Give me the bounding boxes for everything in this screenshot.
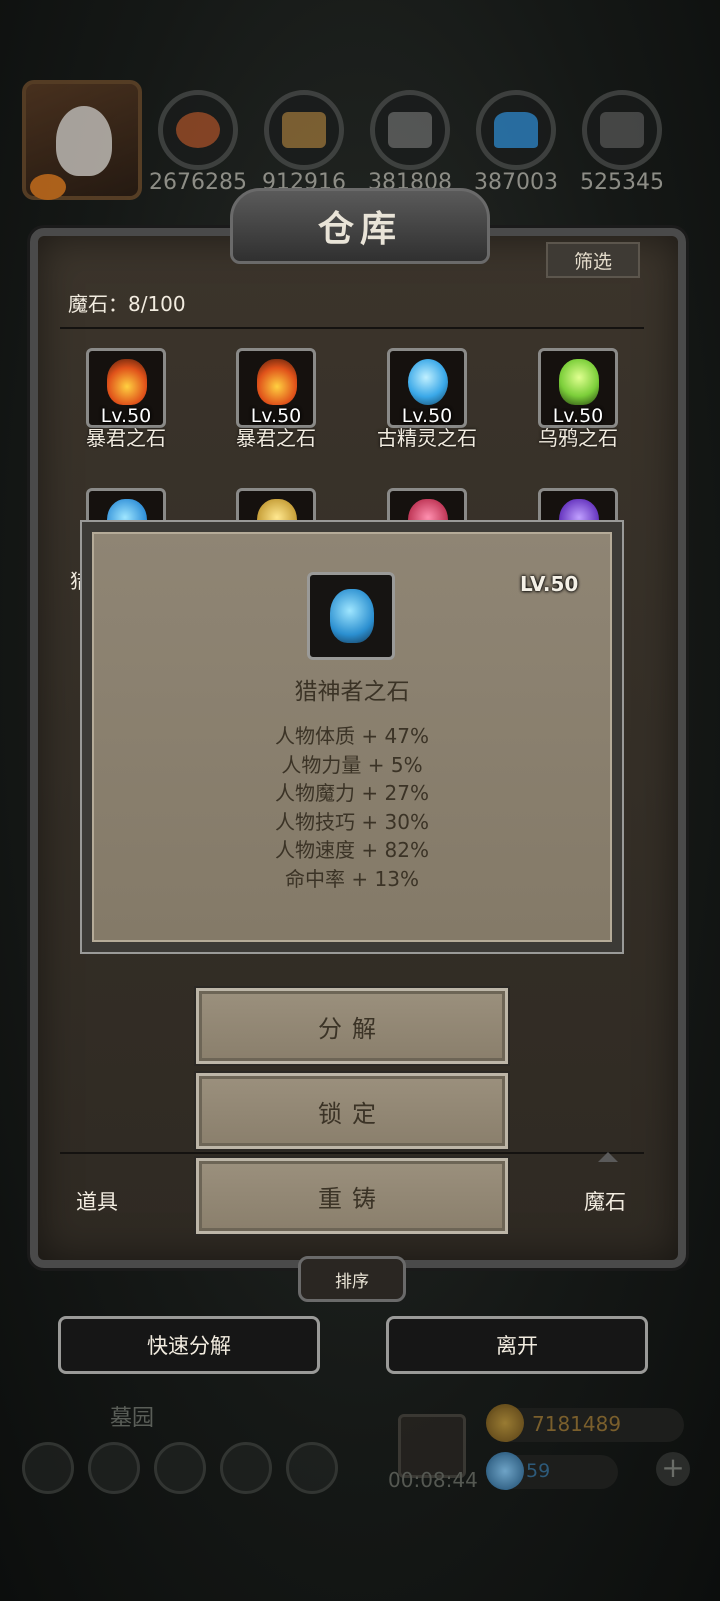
stat-line: 人物魔力 + 27%: [275, 781, 429, 805]
tab-divider: [60, 1152, 644, 1154]
shield-icon[interactable]: [286, 1442, 338, 1494]
stone-resource-icon[interactable]: [370, 90, 450, 170]
iron-resource-icon[interactable]: [582, 90, 662, 170]
item-name: 古精灵之石: [377, 426, 477, 450]
gift-timer: 00:08:44: [388, 1468, 478, 1492]
window-title: 仓库: [230, 188, 490, 264]
location-label: 墓园: [110, 1406, 155, 1431]
gear-icon[interactable]: [22, 1442, 74, 1494]
player-avatar[interactable]: [22, 80, 142, 200]
item-slot[interactable]: Lv.50: [387, 348, 467, 428]
item-name: 暴君之石: [86, 426, 166, 450]
item-detail-stats: 人物体质 + 47% 人物力量 + 5% 人物魔力 + 27% 人物技巧 + 3…: [202, 722, 502, 893]
filter-button[interactable]: 筛选: [546, 242, 640, 278]
leave-button[interactable]: 离开: [386, 1316, 648, 1374]
stat-line: 命中率 + 13%: [285, 866, 419, 891]
sort-button[interactable]: 排序: [298, 1256, 406, 1302]
gold-coin-icon: [486, 1404, 524, 1442]
stat-line: 人物技巧 + 30%: [275, 809, 429, 834]
gem-value: 59: [526, 1460, 551, 1482]
iron-value: 525345: [580, 170, 664, 195]
stat-line: 人物力量 + 5%: [281, 752, 423, 777]
tyrant-stone-icon: [257, 359, 297, 405]
item-detail-level: LV.50: [520, 572, 579, 596]
item-detail-icon: [307, 572, 395, 660]
stone-count-label: 魔石：8/100: [68, 292, 186, 316]
meat-value: 2676285: [149, 170, 247, 195]
pumpkin-icon: [30, 174, 66, 200]
item-slot[interactable]: Lv.50: [538, 348, 618, 428]
avatar-face: [56, 106, 112, 176]
star-icon[interactable]: [88, 1442, 140, 1494]
item-slot[interactable]: Lv.50: [86, 348, 166, 428]
wood-resource-icon[interactable]: [264, 90, 344, 170]
map-icon[interactable]: [154, 1442, 206, 1494]
tab-magic-stones[interactable]: 魔石: [584, 1186, 626, 1216]
tab-items[interactable]: 道具: [76, 1186, 118, 1216]
recast-button[interactable]: 重铸: [196, 1158, 508, 1234]
decompose-button[interactable]: 分解: [196, 988, 508, 1064]
item-detail-name: 猎神者之石: [294, 679, 410, 705]
crystal-value: 387003: [474, 170, 558, 195]
item-slot[interactable]: Lv.50: [236, 348, 316, 428]
gem-icon: [486, 1452, 524, 1490]
stat-line: 人物体质 + 47%: [275, 724, 429, 748]
add-currency-button[interactable]: +: [656, 1452, 690, 1486]
quick-decompose-button[interactable]: 快速分解: [58, 1316, 320, 1374]
gold-value: 7181489: [532, 1412, 622, 1436]
crow-stone-icon: [559, 359, 599, 405]
crystal-resource-icon[interactable]: [476, 90, 556, 170]
tyrant-stone-icon: [107, 359, 147, 405]
hunter-stone-icon: [330, 589, 374, 643]
item-name: 乌鸦之石: [538, 426, 618, 450]
lock-button[interactable]: 锁定: [196, 1073, 508, 1149]
stat-line: 人物速度 + 82%: [275, 838, 429, 862]
mail-icon[interactable]: [220, 1442, 272, 1494]
divider: [60, 327, 644, 329]
active-tab-indicator: [598, 1152, 618, 1162]
meat-resource-icon[interactable]: [158, 90, 238, 170]
elf-stone-icon: [408, 359, 448, 405]
item-name: 暴君之石: [236, 426, 316, 450]
